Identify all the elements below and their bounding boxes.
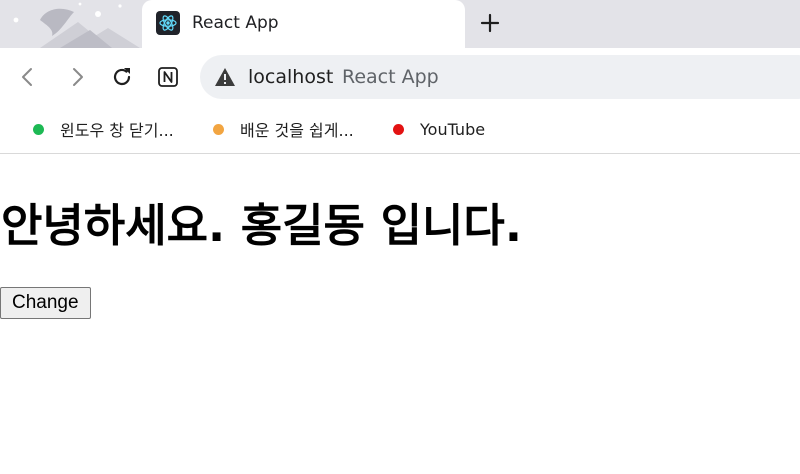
tab-strip: React App [0, 0, 800, 48]
theme-decoration [13, 2, 140, 48]
bookmark-label: 배운 것을 쉽게... [240, 121, 354, 140]
bookmark-item[interactable]: YouTube [393, 118, 485, 140]
address-page-title: React App [342, 66, 439, 88]
forward-arrow-icon[interactable] [62, 62, 92, 92]
bookmarks-bar: 윈도우 창 닫기... 배운 것을 쉽게... YouTube [0, 106, 800, 154]
bookmark-dot-icon [213, 123, 224, 135]
react-logo-icon [156, 11, 180, 35]
reload-icon[interactable] [107, 62, 137, 92]
tab-title: React App [192, 13, 279, 33]
bookmark-dot-icon [33, 123, 44, 135]
bookmark-label: 윈도우 창 닫기... [60, 121, 174, 140]
bookmark-item[interactable]: 윈도우 창 닫기... [33, 118, 174, 140]
plus-icon[interactable] [476, 9, 504, 37]
change-button[interactable]: Change [0, 287, 91, 319]
bookmark-item[interactable]: 배운 것을 쉽게... [213, 118, 354, 140]
page-content: 안녕하세요. 홍길동 입니다. Change [0, 154, 800, 474]
tab-react-app[interactable]: React App [142, 0, 465, 48]
bookmark-dot-icon [393, 123, 404, 135]
warning-triangle-icon[interactable] [214, 66, 236, 88]
browser-toolbar: localhost React App [0, 48, 800, 106]
address-host: localhost [248, 66, 334, 88]
bookmark-label: YouTube [420, 119, 486, 139]
address-bar[interactable]: localhost React App [200, 55, 800, 99]
back-arrow-icon[interactable] [13, 62, 43, 92]
notion-icon[interactable] [153, 62, 183, 92]
page-heading: 안녕하세요. 홍길동 입니다. [1, 199, 522, 252]
